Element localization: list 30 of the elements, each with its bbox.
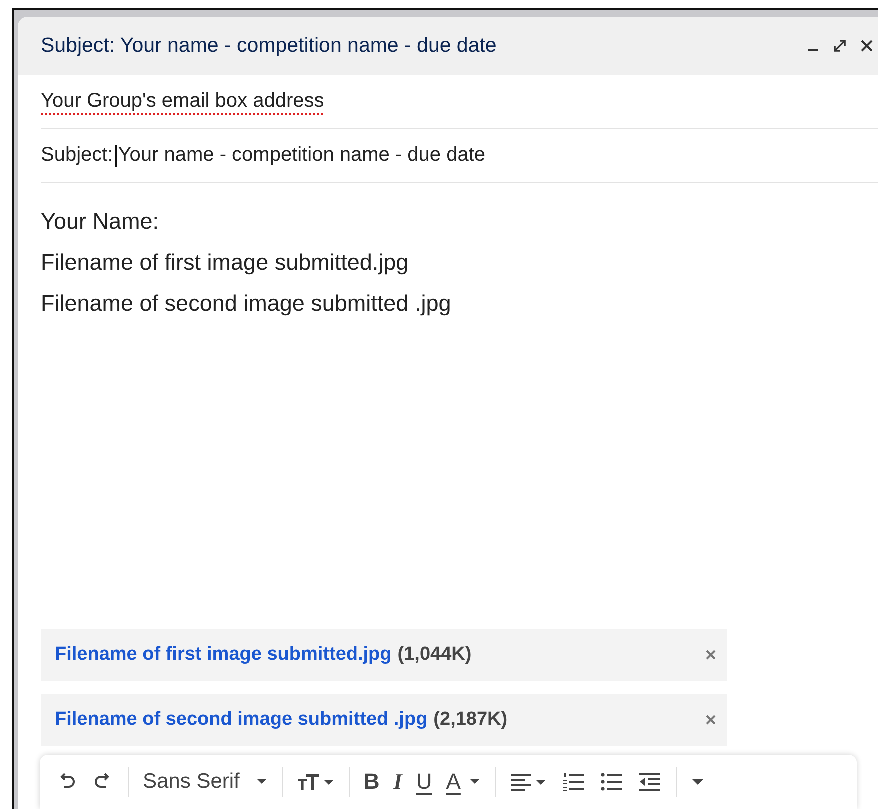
attachment-size: (1,044K): [398, 644, 472, 666]
expand-icon[interactable]: [832, 38, 848, 54]
numbered-list-icon[interactable]: [562, 771, 586, 793]
font-dropdown[interactable]: Sans Serif: [143, 770, 268, 794]
caret-icon: [468, 778, 481, 786]
attachment-link[interactable]: Filename of second image submitted .jpg: [55, 709, 428, 731]
subject-label: Subject:: [41, 144, 114, 167]
attachment-link[interactable]: Filename of first image submitted.jpg: [55, 644, 392, 666]
subject-field[interactable]: Your name - competition name - due date: [118, 144, 486, 167]
attachment-size: (2,187K): [434, 709, 508, 731]
window-title: Subject: Your name - competition name - due date: [41, 34, 497, 58]
attachment-chip[interactable]: Filename of second image submitted .jpg (2,187K): [41, 694, 727, 746]
text-color-button[interactable]: A: [446, 769, 481, 795]
bold-button[interactable]: B: [364, 769, 380, 795]
body-text-line: Your Name:: [41, 208, 160, 236]
caret-icon: [256, 778, 268, 786]
underline-button[interactable]: U: [416, 769, 432, 795]
recipient-field[interactable]: Your Group's email box address: [41, 90, 324, 113]
italic-button[interactable]: I: [394, 769, 402, 795]
more-options-icon[interactable]: [690, 777, 705, 787]
attachment-chip[interactable]: Filename of first image submitted.jpg (1,044K): [41, 629, 727, 681]
body-text-line: Filename of first image submitted.jpg: [41, 249, 410, 277]
remove-icon[interactable]: [705, 714, 717, 726]
close-icon[interactable]: [860, 39, 874, 53]
bulleted-list-icon[interactable]: [600, 771, 624, 793]
body-text-line: Filename of second image submitted .jpg: [41, 290, 452, 318]
text-size-icon[interactable]: [296, 771, 335, 793]
remove-icon[interactable]: [705, 649, 717, 661]
align-icon[interactable]: [510, 771, 548, 793]
indent-less-icon[interactable]: [638, 771, 662, 793]
